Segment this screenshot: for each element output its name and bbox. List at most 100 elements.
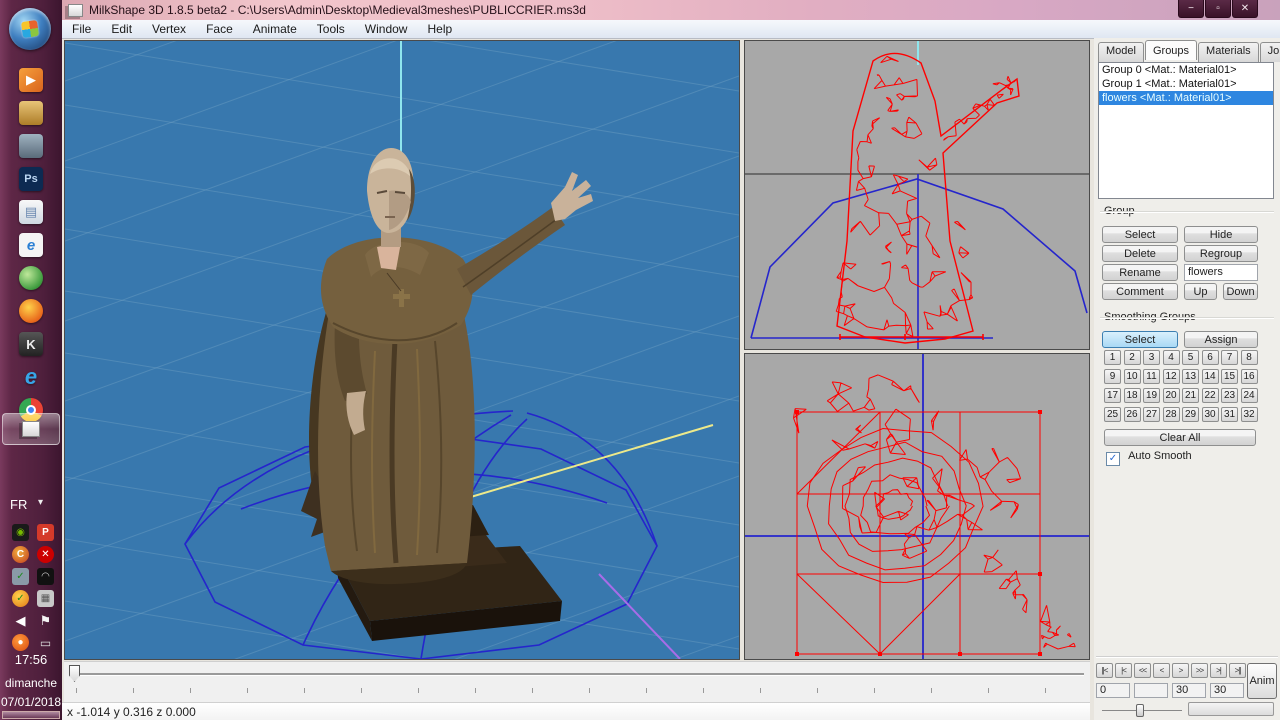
keyframe-timeline[interactable]: [64, 661, 1090, 703]
smoothing-group-8-button[interactable]: 8: [1241, 350, 1258, 365]
smoothing-group-25-button[interactable]: 25: [1104, 407, 1121, 422]
smoothing-group-27-button[interactable]: 27: [1143, 407, 1160, 422]
anim-toggle-button[interactable]: Anim: [1247, 663, 1277, 699]
smoothing-group-7-button[interactable]: 7: [1221, 350, 1238, 365]
smoothing-group-28-button[interactable]: 28: [1163, 407, 1180, 422]
groups-list[interactable]: Group 0 <Mat.: Material01>Group 1 <Mat.:…: [1098, 62, 1274, 199]
menu-edit[interactable]: Edit: [101, 22, 142, 36]
viewport-top-wireframe[interactable]: [744, 353, 1090, 660]
anim-total-field[interactable]: 30: [1210, 683, 1244, 698]
flag-icon[interactable]: ⚑: [37, 612, 54, 629]
group-select-button[interactable]: Select: [1102, 226, 1178, 243]
anim-end-field[interactable]: 30: [1172, 683, 1206, 698]
restore-button[interactable]: ▫: [1205, 0, 1231, 18]
group-comment-button[interactable]: Comment: [1102, 283, 1178, 300]
group-regroup-button[interactable]: Regroup: [1184, 245, 1258, 262]
ccleaner-icon[interactable]: C: [12, 546, 29, 563]
satellite-icon[interactable]: ◠: [37, 568, 54, 585]
transport-button-3[interactable]: <: [1153, 663, 1170, 678]
smoothing-group-4-button[interactable]: 4: [1163, 350, 1180, 365]
photoshop-icon[interactable]: Ps: [19, 167, 43, 191]
smoothing-select-button[interactable]: Select: [1102, 331, 1178, 348]
smoothing-group-24-button[interactable]: 24: [1241, 388, 1258, 403]
auto-smooth-row[interactable]: ✓ Auto Smooth: [1106, 450, 1192, 466]
media-player-icon[interactable]: ▶: [19, 68, 43, 92]
tab-model[interactable]: Model: [1098, 42, 1144, 62]
p-red-icon[interactable]: P: [37, 524, 54, 541]
notepad-icon[interactable]: ▤: [19, 200, 43, 224]
transport-button-7[interactable]: >||: [1229, 663, 1246, 678]
smoothing-group-1-button[interactable]: 1: [1104, 350, 1121, 365]
smoothing-group-32-button[interactable]: 32: [1241, 407, 1258, 422]
smoothing-group-30-button[interactable]: 30: [1202, 407, 1219, 422]
menu-window[interactable]: Window: [355, 22, 418, 36]
smoothing-group-19-button[interactable]: 19: [1143, 388, 1160, 403]
smoothing-group-29-button[interactable]: 29: [1182, 407, 1199, 422]
blocked-icon[interactable]: ✕: [37, 546, 54, 563]
ie-icon[interactable]: e: [19, 365, 43, 389]
smoothing-group-9-button[interactable]: 9: [1104, 369, 1121, 384]
menu-file[interactable]: File: [62, 22, 101, 36]
group-hide-button[interactable]: Hide: [1184, 226, 1258, 243]
ie-white-icon[interactable]: e: [19, 233, 43, 257]
smoothing-group-6-button[interactable]: 6: [1202, 350, 1219, 365]
smoothing-group-15-button[interactable]: 15: [1221, 369, 1238, 384]
close-button[interactable]: ✕: [1232, 0, 1258, 18]
title-bar[interactable]: MilkShape 3D 1.8.5 beta2 - C:\Users\Admi…: [62, 0, 1280, 20]
minimize-button[interactable]: −: [1178, 0, 1204, 18]
rename-input[interactable]: flowers: [1184, 264, 1258, 281]
viewport-perspective[interactable]: [64, 40, 740, 660]
transport-button-1[interactable]: |<: [1115, 663, 1132, 678]
klite-icon[interactable]: K: [19, 332, 43, 356]
smoothing-assign-button[interactable]: Assign: [1184, 331, 1258, 348]
menu-animate[interactable]: Animate: [243, 22, 307, 36]
transport-button-0[interactable]: ||<: [1096, 663, 1113, 678]
usb-icon[interactable]: ✓: [12, 568, 29, 585]
timeline-track[interactable]: [72, 673, 1084, 676]
blank-wide-button[interactable]: [1188, 702, 1274, 716]
smoothing-group-5-button[interactable]: 5: [1182, 350, 1199, 365]
group-delete-button[interactable]: Delete: [1102, 245, 1178, 262]
nvidia-icon[interactable]: ◉: [12, 524, 29, 541]
transport-button-4[interactable]: >: [1172, 663, 1189, 678]
group-up-button[interactable]: Up: [1184, 283, 1217, 300]
start-button[interactable]: [9, 8, 51, 50]
keyboard-icon[interactable]: ▦: [37, 590, 54, 607]
transport-button-5[interactable]: >>: [1191, 663, 1208, 678]
menu-tools[interactable]: Tools: [307, 22, 355, 36]
menu-vertex[interactable]: Vertex: [142, 22, 196, 36]
smoothing-group-31-button[interactable]: 31: [1221, 407, 1238, 422]
group-list-item[interactable]: Group 1 <Mat.: Material01>: [1099, 77, 1273, 91]
auto-smooth-checkbox[interactable]: ✓: [1106, 452, 1120, 466]
timeline-thumb[interactable]: [69, 665, 80, 682]
show-desktop-button[interactable]: [2, 711, 60, 719]
speaker-icon[interactable]: ◀: [12, 612, 29, 629]
menu-face[interactable]: Face: [196, 22, 243, 36]
smoothing-group-13-button[interactable]: 13: [1182, 369, 1199, 384]
globe-icon[interactable]: [19, 266, 43, 290]
smoothing-group-16-button[interactable]: 16: [1241, 369, 1258, 384]
smoothing-group-12-button[interactable]: 12: [1163, 369, 1180, 384]
tray-expander-icon[interactable]: ▾: [38, 497, 43, 508]
c-check-icon[interactable]: ✓: [12, 590, 29, 607]
smoothing-group-11-button[interactable]: 11: [1143, 369, 1160, 384]
smoothing-group-18-button[interactable]: 18: [1124, 388, 1141, 403]
smoothing-group-23-button[interactable]: 23: [1221, 388, 1238, 403]
group-rename-button[interactable]: Rename: [1102, 264, 1178, 281]
smoothing-group-2-button[interactable]: 2: [1124, 350, 1141, 365]
speed-slider-thumb[interactable]: [1136, 704, 1144, 717]
tab-groups[interactable]: Groups: [1145, 40, 1197, 60]
smoothing-group-10-button[interactable]: 10: [1124, 369, 1141, 384]
anim-blank-field[interactable]: [1134, 683, 1168, 698]
smoothing-group-21-button[interactable]: 21: [1182, 388, 1199, 403]
network-icon[interactable]: ▭: [37, 634, 54, 651]
statue-model[interactable]: [301, 148, 593, 641]
smoothing-group-26-button[interactable]: 26: [1124, 407, 1141, 422]
group-down-button[interactable]: Down: [1223, 283, 1258, 300]
smoothing-group-22-button[interactable]: 22: [1202, 388, 1219, 403]
transport-button-2[interactable]: <<: [1134, 663, 1151, 678]
smoothing-group-3-button[interactable]: 3: [1143, 350, 1160, 365]
group-list-item[interactable]: flowers <Mat.: Material01>: [1099, 91, 1273, 105]
smoothing-group-14-button[interactable]: 14: [1202, 369, 1219, 384]
clear-all-button[interactable]: Clear All: [1104, 429, 1256, 446]
